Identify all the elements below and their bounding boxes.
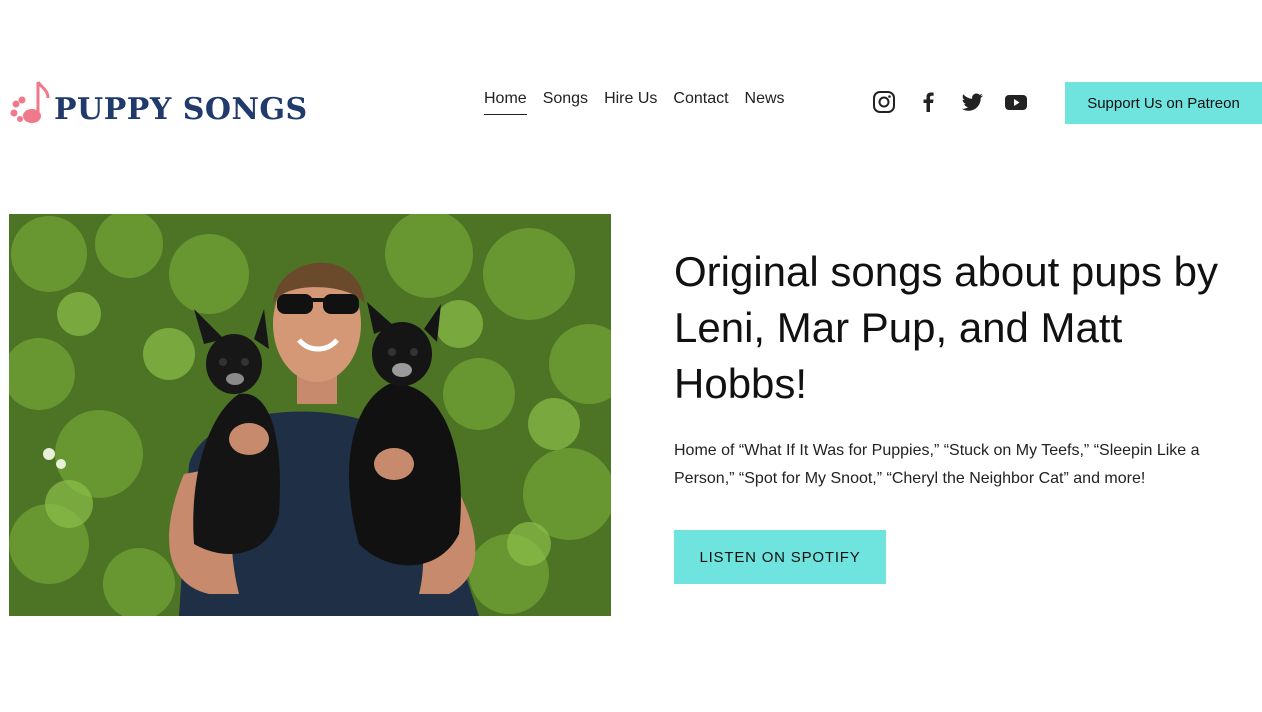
nav-news[interactable]: News [745,90,785,115]
logo-text: PUPPY SONGS [54,91,308,127]
support-patreon-button[interactable]: Support Us on Patreon [1065,82,1262,124]
listen-on-spotify-button[interactable]: LISTEN ON SPOTIFY [674,530,886,584]
twitter-icon[interactable] [960,90,984,114]
paw-note-icon [10,81,50,123]
social-links [872,90,1028,114]
hero-photo [9,214,611,616]
nav-contact[interactable]: Contact [673,90,728,115]
hero-subtext: Home of “What If It Was for Puppies,” “S… [674,442,1200,487]
nav-songs[interactable]: Songs [543,90,588,115]
main-nav: Home Songs Hire Us Contact News [484,90,785,115]
nav-home[interactable]: Home [484,90,527,115]
youtube-icon[interactable] [1004,90,1028,114]
hero-photo-illustration [9,214,611,616]
site-logo[interactable]: PUPPY SONGS [8,76,308,132]
instagram-icon[interactable] [872,90,896,114]
nav-hire-us[interactable]: Hire Us [604,90,657,115]
hero-headline: Original songs about pups by Leni, Mar P… [674,248,1219,407]
facebook-icon[interactable] [916,90,940,114]
